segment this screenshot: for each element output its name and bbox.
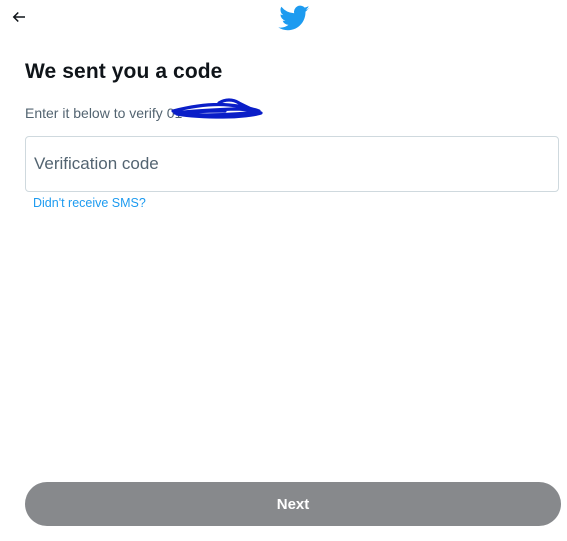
- page-title: We sent you a code: [25, 60, 223, 83]
- redacted-phone-number: 01: [166, 98, 263, 121]
- back-button[interactable]: [6, 4, 32, 30]
- twitter-bird-icon: [278, 5, 310, 31]
- verify-instructions: Enter it below to verify 01: [25, 98, 263, 121]
- arrow-left-icon: [12, 11, 25, 23]
- verification-code-input[interactable]: [26, 137, 558, 191]
- verification-code-field[interactable]: [25, 136, 559, 192]
- twitter-logo: [278, 4, 310, 32]
- didnt-receive-sms-link[interactable]: Didn't receive SMS?: [33, 196, 146, 210]
- instructions-text: Enter it below to verify: [25, 105, 163, 121]
- next-button[interactable]: Next: [25, 482, 561, 526]
- phone-number-prefix: 01: [166, 105, 183, 121]
